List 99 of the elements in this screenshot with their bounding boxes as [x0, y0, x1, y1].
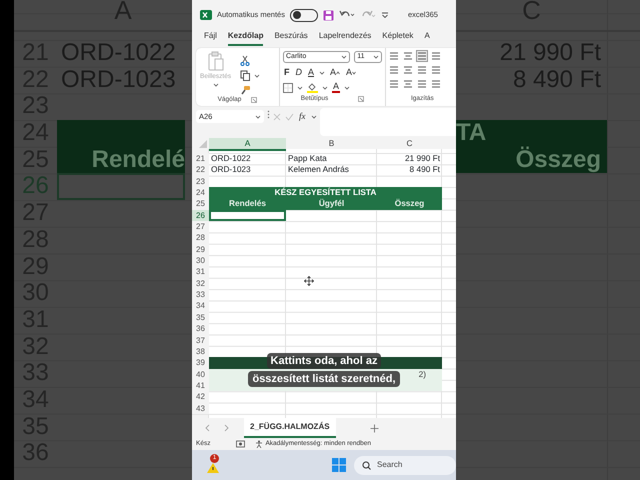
- taskbar-search[interactable]: Search: [354, 456, 456, 474]
- cell-text: 8 490 Ft: [410, 164, 440, 174]
- row-header[interactable]: 43: [192, 402, 209, 414]
- row-header[interactable]: 41: [192, 380, 209, 392]
- dialog-launcher-icon[interactable]: [358, 96, 364, 102]
- column-header[interactable]: B: [286, 138, 377, 151]
- customize-dropdown-icon[interactable]: [380, 12, 389, 18]
- clipboard-icon: [208, 51, 224, 71]
- grow-font-button[interactable]: A: [329, 67, 342, 78]
- align-left-icon[interactable]: [389, 65, 399, 75]
- bold-button[interactable]: F: [283, 67, 290, 78]
- move-cursor-icon: [304, 276, 314, 286]
- row-header[interactable]: 38: [192, 346, 209, 358]
- cell-text: Rendelé: [92, 146, 185, 173]
- row-header[interactable]: 32: [192, 278, 209, 290]
- caret-up-icon: [336, 70, 340, 74]
- caret-icon[interactable]: [254, 72, 260, 78]
- row-header[interactable]: 22: [192, 164, 209, 176]
- subtitle-caption: Kattints oda, ahol az: [266, 353, 382, 369]
- fill-color-icon[interactable]: [307, 82, 318, 93]
- align-bottom-icon[interactable]: [417, 51, 427, 61]
- copy-icon[interactable]: [240, 70, 250, 81]
- search-icon: [362, 460, 371, 470]
- caret-icon[interactable]: [319, 70, 326, 76]
- column-header[interactable]: C: [377, 138, 442, 151]
- caret-icon[interactable]: [297, 84, 303, 90]
- row-header[interactable]: 33: [192, 289, 209, 300]
- ribbon-tab[interactable]: A: [424, 30, 430, 46]
- cell-text: ORD-1022: [211, 153, 251, 163]
- cell-text: TA: [456, 119, 486, 146]
- row-header[interactable]: 23: [192, 176, 209, 188]
- caret-icon: [341, 54, 348, 60]
- align-middle-icon[interactable]: [403, 51, 413, 61]
- align-center-icon[interactable]: [403, 65, 413, 75]
- ribbon-tab[interactable]: Lapelrendezés: [318, 30, 372, 46]
- shrink-font-button[interactable]: A: [345, 67, 358, 78]
- previous-sheet-icon[interactable]: [204, 424, 210, 432]
- row-header[interactable]: 40: [192, 368, 209, 380]
- row-header[interactable]: 21: [192, 153, 209, 164]
- row-header[interactable]: 29: [192, 244, 209, 256]
- subtitle-caption: összesített listát szeretnéd,: [248, 371, 400, 387]
- ribbon-tab[interactable]: Kezdőlap: [228, 30, 264, 46]
- warning-icon[interactable]: [206, 462, 220, 474]
- cell-text: 2): [418, 368, 426, 379]
- caret-down-icon: [352, 70, 356, 74]
- add-sheet-icon[interactable]: [370, 424, 379, 432]
- next-sheet-icon[interactable]: [224, 424, 230, 432]
- font-color-button[interactable]: A: [332, 82, 340, 93]
- caret-icon: [212, 82, 219, 88]
- caret-icon[interactable]: [344, 84, 350, 90]
- ribbon-tab[interactable]: Fájl: [204, 30, 217, 46]
- row-header[interactable]: 31: [192, 266, 209, 278]
- cell-text: Rendelés: [229, 198, 266, 208]
- column-header[interactable]: A: [209, 138, 286, 151]
- cell-text: ORD-1023: [211, 164, 251, 174]
- underline-button[interactable]: A: [307, 67, 316, 78]
- align-right-icon[interactable]: [417, 65, 427, 75]
- accessibility-icon: [255, 440, 264, 448]
- cell-text: 21 990 Ft: [404, 153, 440, 163]
- row-header[interactable]: 30: [192, 255, 209, 266]
- cell-text: Kelemen András: [288, 164, 349, 174]
- cell-text: Összeg: [516, 146, 601, 173]
- selected-cell[interactable]: [209, 210, 286, 222]
- insert-function-button[interactable]: fx: [298, 111, 306, 122]
- cell-text: Összeg: [394, 198, 424, 208]
- dialog-launcher-icon[interactable]: [251, 96, 258, 103]
- spreadsheet-app-icon: [200, 9, 212, 21]
- row-header[interactable]: 39: [192, 357, 209, 369]
- row-header[interactable]: 28: [192, 232, 209, 244]
- sheet-tab[interactable]: 2_FÜGG.HALMOZÁS: [244, 418, 336, 438]
- ribbon-tab[interactable]: Beszúrás: [274, 30, 308, 46]
- row-header[interactable]: 26: [192, 210, 209, 222]
- cell-text: Ügyfél: [318, 198, 344, 208]
- format-painter-icon[interactable]: [240, 85, 252, 95]
- row-header[interactable]: 27: [192, 221, 209, 232]
- formula-input[interactable]: [320, 108, 456, 136]
- cell-text: Papp Kata: [288, 153, 327, 163]
- align-top-icon[interactable]: [389, 51, 399, 61]
- row-header[interactable]: 37: [192, 334, 209, 346]
- cell-text: KÉSZ EGYESÍTETT LISTA: [274, 187, 376, 198]
- borders-icon[interactable]: [283, 82, 293, 92]
- caret-icon: [373, 54, 379, 60]
- ribbon-tab[interactable]: Képletek: [382, 30, 414, 46]
- autosave-toggle[interactable]: [290, 8, 318, 22]
- caret-icon[interactable]: [322, 84, 328, 90]
- row-header[interactable]: 35: [192, 312, 209, 324]
- row-header[interactable]: 36: [192, 323, 209, 334]
- cut-icon[interactable]: [240, 55, 250, 66]
- row-header[interactable]: 34: [192, 300, 209, 312]
- caret-icon[interactable]: [310, 114, 316, 120]
- row-header[interactable]: 42: [192, 391, 209, 403]
- italic-button[interactable]: D: [294, 67, 303, 78]
- row-header[interactable]: 24: [192, 187, 209, 198]
- windows-start-icon[interactable]: [332, 458, 346, 472]
- caret-icon: [255, 114, 261, 120]
- row-header[interactable]: 25: [192, 198, 209, 210]
- macro-recording-icon: [236, 440, 246, 448]
- more-options-icon: [267, 110, 270, 119]
- save-icon[interactable]: [322, 10, 334, 20]
